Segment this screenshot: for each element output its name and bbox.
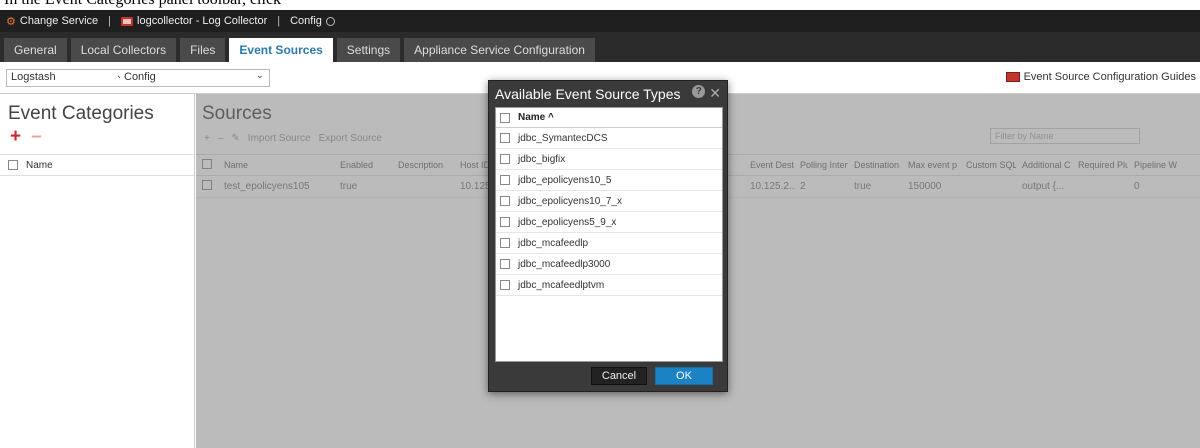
add-icon[interactable]: + — [10, 127, 21, 146]
item-checkbox[interactable] — [500, 259, 510, 269]
book-icon — [1005, 72, 1020, 82]
remove-icon[interactable]: – — [31, 127, 42, 146]
dialog-title: Available Event Source Types — [495, 86, 681, 102]
close-icon[interactable]: ✕ — [709, 85, 721, 102]
service-name[interactable]: logcollector - Log Collector — [115, 15, 273, 27]
title-bar: ⚙ Change Service | logcollector - Log Co… — [0, 10, 1200, 32]
item-label: jdbc_bigfix — [518, 153, 566, 165]
cancel-button[interactable]: Cancel — [591, 367, 647, 385]
list-item[interactable]: jdbc_mcafeedlp3000 — [496, 254, 722, 275]
tab-bar: General Local Collectors Files Event Sou… — [0, 32, 1200, 62]
tab-local-collectors[interactable]: Local Collectors — [70, 38, 177, 62]
tab-event-sources[interactable]: Event Sources — [229, 38, 333, 62]
item-label: jdbc_SymantecDCS — [518, 132, 608, 144]
config-label: Config — [290, 15, 322, 27]
chevron-down-icon: ⌄ — [255, 70, 264, 81]
config-menu[interactable]: Config — [284, 15, 341, 27]
table-header: Name — [0, 154, 194, 176]
divider: | — [277, 15, 281, 27]
tab-files[interactable]: Files — [180, 38, 226, 62]
item-checkbox[interactable] — [500, 175, 510, 185]
document-caption: In the Event Categories panel toolbar, c… — [0, 0, 1200, 10]
help-icon[interactable]: ? — [692, 85, 706, 98]
type-select[interactable]: Config ⌄ — [120, 69, 270, 87]
select-all-checkbox[interactable] — [500, 112, 510, 123]
divider: | — [108, 15, 112, 27]
item-label: jdbc_epolicyens10_7_x — [518, 195, 622, 207]
available-event-source-types-dialog: Available Event Source Types ? ✕ Name ^ … — [488, 80, 728, 392]
collector-select[interactable]: Logstash ⌄ — [6, 69, 130, 87]
list-item[interactable]: jdbc_SymantecDCS — [496, 128, 722, 149]
event-source-configuration-guides-link[interactable]: Event Source Configuration Guides — [1005, 71, 1196, 83]
item-label: jdbc_mcafeedlp — [518, 237, 589, 249]
list-item[interactable]: jdbc_epolicyens10_7_x — [496, 191, 722, 212]
item-label: jdbc_epolicyens10_5 — [518, 174, 612, 186]
list-item[interactable]: jdbc_bigfix — [496, 149, 722, 170]
event-source-types-list: Name ^ jdbc_SymantecDCS jdbc_bigfix jdbc… — [495, 107, 723, 362]
tab-appliance-service-configuration[interactable]: Appliance Service Configuration — [404, 38, 595, 62]
service-tree-icon: ⚙ — [6, 15, 16, 28]
item-checkbox[interactable] — [500, 280, 510, 290]
log-collector-icon — [121, 16, 134, 26]
item-checkbox[interactable] — [500, 154, 510, 164]
item-checkbox[interactable] — [500, 196, 510, 206]
item-checkbox[interactable] — [500, 217, 510, 227]
item-checkbox[interactable] — [500, 133, 510, 143]
dialog-footer: Cancel OK — [489, 361, 727, 391]
select-all-checkbox[interactable] — [8, 160, 18, 170]
list-item[interactable]: jdbc_epolicyens10_5 — [496, 170, 722, 191]
dialog-title-icons: ? ✕ — [692, 85, 721, 102]
type-select-value: Config — [124, 71, 156, 83]
collector-select-value: Logstash — [11, 71, 56, 83]
guides-label: Event Source Configuration Guides — [1023, 71, 1196, 83]
list-header: Name ^ — [496, 108, 722, 128]
item-label: jdbc_epolicyens5_9_x — [518, 216, 617, 228]
list-item[interactable]: jdbc_mcafeedlp — [496, 233, 722, 254]
change-service-button[interactable]: ⚙ Change Service — [0, 15, 104, 28]
service-name-label: logcollector - Log Collector — [137, 15, 268, 27]
column-name[interactable]: Name — [26, 160, 53, 171]
ok-button[interactable]: OK — [655, 367, 713, 385]
panel-toolbar: + – — [0, 125, 194, 147]
list-item[interactable]: jdbc_mcafeedlptvm — [496, 275, 722, 296]
item-label: jdbc_mcafeedlptvm — [518, 279, 605, 291]
item-label: jdbc_mcafeedlp3000 — [518, 258, 611, 270]
list-item[interactable]: jdbc_epolicyens5_9_x — [496, 212, 722, 233]
chevron-down-icon — [325, 16, 335, 26]
panel-title: Event Categories — [8, 103, 154, 124]
column-name-sort[interactable]: Name ^ — [518, 112, 554, 123]
caption-text: In the Event Categories panel toolbar, c… — [4, 0, 281, 9]
item-checkbox[interactable] — [500, 238, 510, 248]
change-service-label: Change Service — [19, 15, 99, 27]
event-categories-panel: Event Categories + – Name — [0, 94, 195, 448]
tab-general[interactable]: General — [4, 38, 67, 62]
dialog-title-bar: Available Event Source Types ? ✕ — [489, 81, 727, 107]
tab-settings[interactable]: Settings — [336, 38, 401, 62]
